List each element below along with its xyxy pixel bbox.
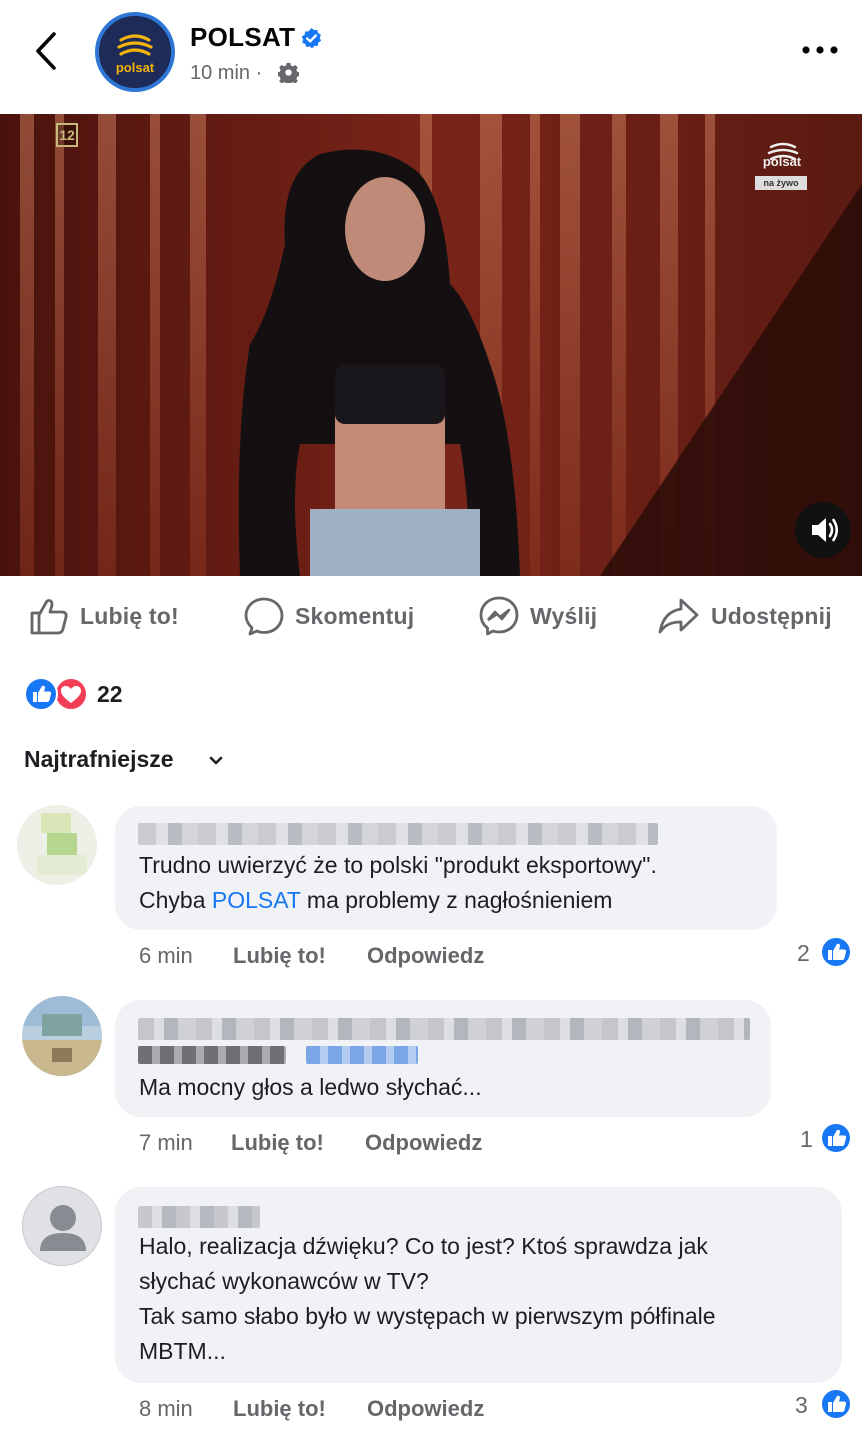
share-button[interactable]: Udostępnij bbox=[657, 588, 832, 644]
live-tag: na żywo bbox=[755, 176, 807, 190]
messenger-icon bbox=[479, 596, 519, 636]
channel-logo-text: polsat bbox=[762, 154, 802, 169]
sound-toggle-button[interactable] bbox=[795, 502, 851, 558]
commenter-avatar[interactable] bbox=[22, 1186, 102, 1266]
comment-time: 7 min bbox=[139, 1130, 193, 1155]
comment-text-line: Halo, realizacja dźwięku? Co to jest? Kt… bbox=[139, 1233, 708, 1259]
comment-like-count: 1 bbox=[800, 1126, 813, 1152]
share-button-label: Udostępnij bbox=[711, 602, 832, 629]
like-button-label: Lubię to! bbox=[80, 602, 179, 629]
chevron-down-icon[interactable] bbox=[207, 754, 225, 768]
comment-button[interactable]: Skomentuj bbox=[243, 588, 414, 644]
commenter-subtitle-redacted bbox=[138, 1046, 286, 1064]
comment-button-label: Skomentuj bbox=[295, 602, 415, 629]
page-name[interactable]: POLSAT bbox=[190, 22, 295, 53]
like-badge-icon[interactable] bbox=[820, 1388, 852, 1420]
comment-text: Halo, realizacja dźwięku? Co to jest? Kt… bbox=[139, 1229, 716, 1369]
thumbs-up-icon bbox=[30, 599, 68, 635]
comment-text-line: Tak samo słabo było w występach w pierws… bbox=[139, 1303, 716, 1329]
page-avatar[interactable]: polsat bbox=[95, 12, 175, 92]
comment-like-count: 2 bbox=[797, 940, 810, 966]
polsat-logo-icon: polsat bbox=[99, 16, 171, 88]
comment-text-line: Chyba POLSAT ma problemy z nagłośnieniem bbox=[139, 883, 657, 918]
commenter-avatar[interactable] bbox=[17, 805, 97, 885]
age-rating-badge: 12 bbox=[56, 123, 78, 147]
more-options-icon[interactable] bbox=[800, 38, 840, 62]
comment-text-line: Trudno uwierzyć że to polski "produkt ek… bbox=[139, 852, 657, 878]
comment-text: Ma mocny głos a ledwo słychać... bbox=[139, 1074, 482, 1100]
comment-like-button[interactable]: Lubię to! bbox=[231, 1130, 324, 1156]
pixelated-avatar-image bbox=[17, 805, 97, 885]
default-avatar-icon bbox=[23, 1187, 101, 1265]
video-frame bbox=[0, 114, 862, 576]
back-arrow-icon[interactable] bbox=[30, 28, 64, 74]
post-time: 10 min · bbox=[190, 62, 263, 84]
like-button[interactable]: Lubię to! bbox=[28, 588, 179, 644]
verified-badge-icon bbox=[301, 27, 322, 49]
speaker-icon bbox=[812, 518, 839, 542]
post-actions-bar: Lubię to! Skomentuj Wyślij Udostępnij bbox=[0, 588, 867, 648]
comment-like-button[interactable]: Lubię to! bbox=[233, 943, 326, 969]
commenter-name-redacted[interactable] bbox=[138, 1206, 260, 1228]
pixelated-avatar-image bbox=[22, 996, 102, 1076]
comment-text-fragment: ma problemy z nagłośnieniem bbox=[300, 887, 613, 913]
comment-sort-dropdown[interactable]: Najtrafniejsze bbox=[24, 746, 174, 773]
comment-text: Trudno uwierzyć że to polski "produkt ek… bbox=[139, 848, 657, 918]
post-header: polsat POLSAT 10 min · bbox=[0, 0, 867, 112]
comment-time: 8 min bbox=[139, 1396, 193, 1421]
privacy-gear-icon bbox=[278, 62, 299, 83]
comment-like-button[interactable]: Lubię to! bbox=[233, 1396, 326, 1422]
comment-reply-button[interactable]: Odpowiedz bbox=[365, 1130, 482, 1156]
comment-bubble-icon bbox=[244, 597, 284, 636]
video-player[interactable] bbox=[0, 114, 862, 576]
commenter-name-redacted[interactable] bbox=[138, 823, 658, 845]
comment-text-line: słychać wykonawców w TV? bbox=[139, 1268, 429, 1294]
comment-reply-button[interactable]: Odpowiedz bbox=[367, 943, 484, 969]
reaction-icons bbox=[24, 677, 88, 711]
reactions-summary[interactable]: 22 bbox=[23, 676, 123, 712]
like-badge-icon[interactable] bbox=[820, 936, 852, 968]
comment-text-line: MBTM... bbox=[139, 1338, 226, 1364]
svg-text:polsat: polsat bbox=[116, 60, 155, 75]
reaction-count: 22 bbox=[97, 680, 123, 707]
comment-time: 6 min bbox=[139, 943, 193, 968]
comment-reply-button[interactable]: Odpowiedz bbox=[367, 1396, 484, 1422]
share-arrow-icon bbox=[658, 598, 699, 634]
send-button[interactable]: Wyślij bbox=[478, 588, 597, 644]
comment-text-fragment: Chyba bbox=[139, 887, 212, 913]
follow-link-redacted[interactable] bbox=[306, 1046, 418, 1064]
send-button-label: Wyślij bbox=[530, 602, 598, 629]
like-badge-icon[interactable] bbox=[820, 1122, 852, 1154]
commenter-avatar[interactable] bbox=[22, 996, 102, 1076]
comment-like-count: 3 bbox=[795, 1392, 808, 1418]
mention-link[interactable]: POLSAT bbox=[212, 887, 301, 913]
commenter-name-redacted[interactable] bbox=[138, 1018, 750, 1040]
